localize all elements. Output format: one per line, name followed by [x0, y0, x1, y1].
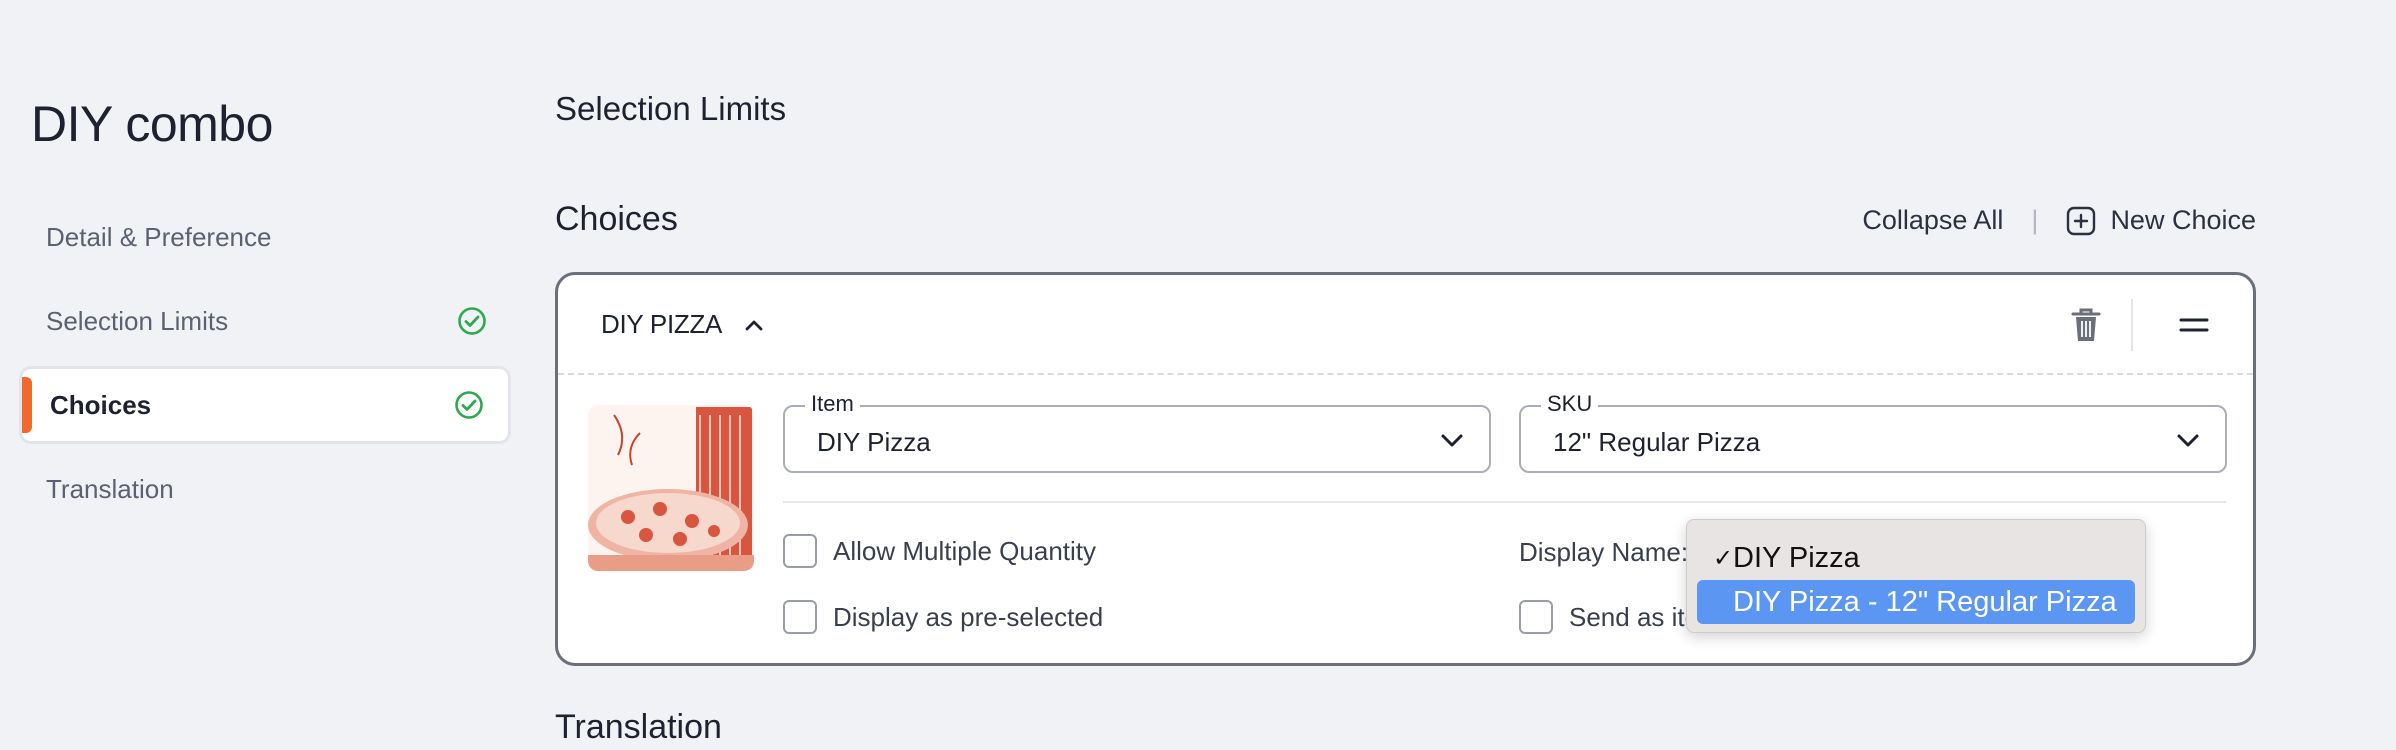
send-as-item-checkbox[interactable] [1519, 600, 1553, 634]
display-name-label: Display Name: [1519, 537, 1689, 567]
trash-icon[interactable] [2069, 305, 2103, 345]
chevron-down-icon [1441, 434, 1463, 447]
nav-item-translation[interactable]: Translation [19, 450, 511, 528]
nav-item-label: Choices [50, 389, 152, 420]
preselected-checkbox-row[interactable]: Display as pre-selected [783, 600, 1103, 634]
item-thumbnail [588, 405, 754, 571]
chevron-down-icon [2177, 434, 2199, 447]
item-field-value: DIY Pizza [817, 427, 931, 457]
header-divider [2131, 299, 2133, 351]
drag-handle-icon[interactable] [2179, 313, 2209, 337]
send-as-item-checkbox-row[interactable]: Send as ite [1519, 600, 1699, 634]
chevron-up-icon [745, 320, 763, 330]
choice-card-header: DIY PIZZA [558, 275, 2253, 375]
dropdown-option-diy-pizza[interactable]: ✓ DIY Pizza [1697, 536, 2135, 580]
checkmark-icon: ✓ [1713, 544, 1734, 572]
allow-multiple-label: Allow Multiple Quantity [833, 535, 1096, 566]
nav-item-label: Detail & Preference [46, 221, 272, 252]
nav-item-choices[interactable]: Choices [19, 366, 511, 444]
sku-select[interactable]: SKU 12" Regular Pizza [1519, 391, 2227, 473]
dropdown-option-label: DIY Pizza - 12" Regular Pizza [1733, 585, 2117, 618]
dropdown-option-diy-pizza-12-regular[interactable]: DIY Pizza - 12" Regular Pizza [1697, 580, 2135, 624]
preselected-label: Display as pre-selected [833, 601, 1104, 632]
send-as-item-label: Send as ite [1569, 601, 1700, 632]
nav-item-detail-preference[interactable]: Detail & Preference [19, 198, 511, 276]
new-choice-button[interactable]: New Choice [2066, 205, 2256, 236]
allow-multiple-checkbox-row[interactable]: Allow Multiple Quantity [783, 534, 1096, 568]
new-choice-label: New Choice [2110, 205, 2256, 235]
choice-title: DIY PIZZA [601, 309, 723, 339]
item-field-label: Item [805, 391, 860, 417]
allow-multiple-checkbox[interactable] [783, 534, 817, 568]
actions-separator: | [2031, 205, 2039, 235]
sku-field-value: 12" Regular Pizza [1553, 427, 1761, 457]
nav-item-label: Translation [46, 473, 174, 504]
sku-field-label: SKU [1541, 391, 1599, 417]
fields-divider [783, 501, 2226, 503]
item-select[interactable]: Item DIY Pizza [783, 391, 1491, 473]
nav-item-selection-limits[interactable]: Selection Limits [19, 282, 511, 360]
nav-item-label: Selection Limits [46, 305, 229, 336]
page-title: DIY combo [31, 96, 273, 152]
check-circle-icon [458, 307, 486, 335]
section-title-choices: Choices [555, 200, 678, 238]
collapse-all-button[interactable]: Collapse All [1862, 205, 2003, 236]
choice-toggle[interactable]: DIY PIZZA [601, 309, 764, 340]
preselected-checkbox[interactable] [783, 600, 817, 634]
display-name-dropdown[interactable]: ✓ DIY Pizza DIY Pizza - 12" Regular Pizz… [1686, 519, 2146, 633]
sidebar-nav: Detail & Preference Selection Limits Cho… [19, 198, 511, 534]
plus-square-icon [2067, 206, 2096, 235]
section-title-translation: Translation [555, 708, 722, 746]
choices-actions: Collapse All | New Choice [1862, 205, 2256, 236]
dropdown-option-label: DIY Pizza [1733, 541, 1860, 574]
section-title-selection-limits: Selection Limits [555, 90, 787, 127]
check-circle-icon [455, 391, 483, 419]
